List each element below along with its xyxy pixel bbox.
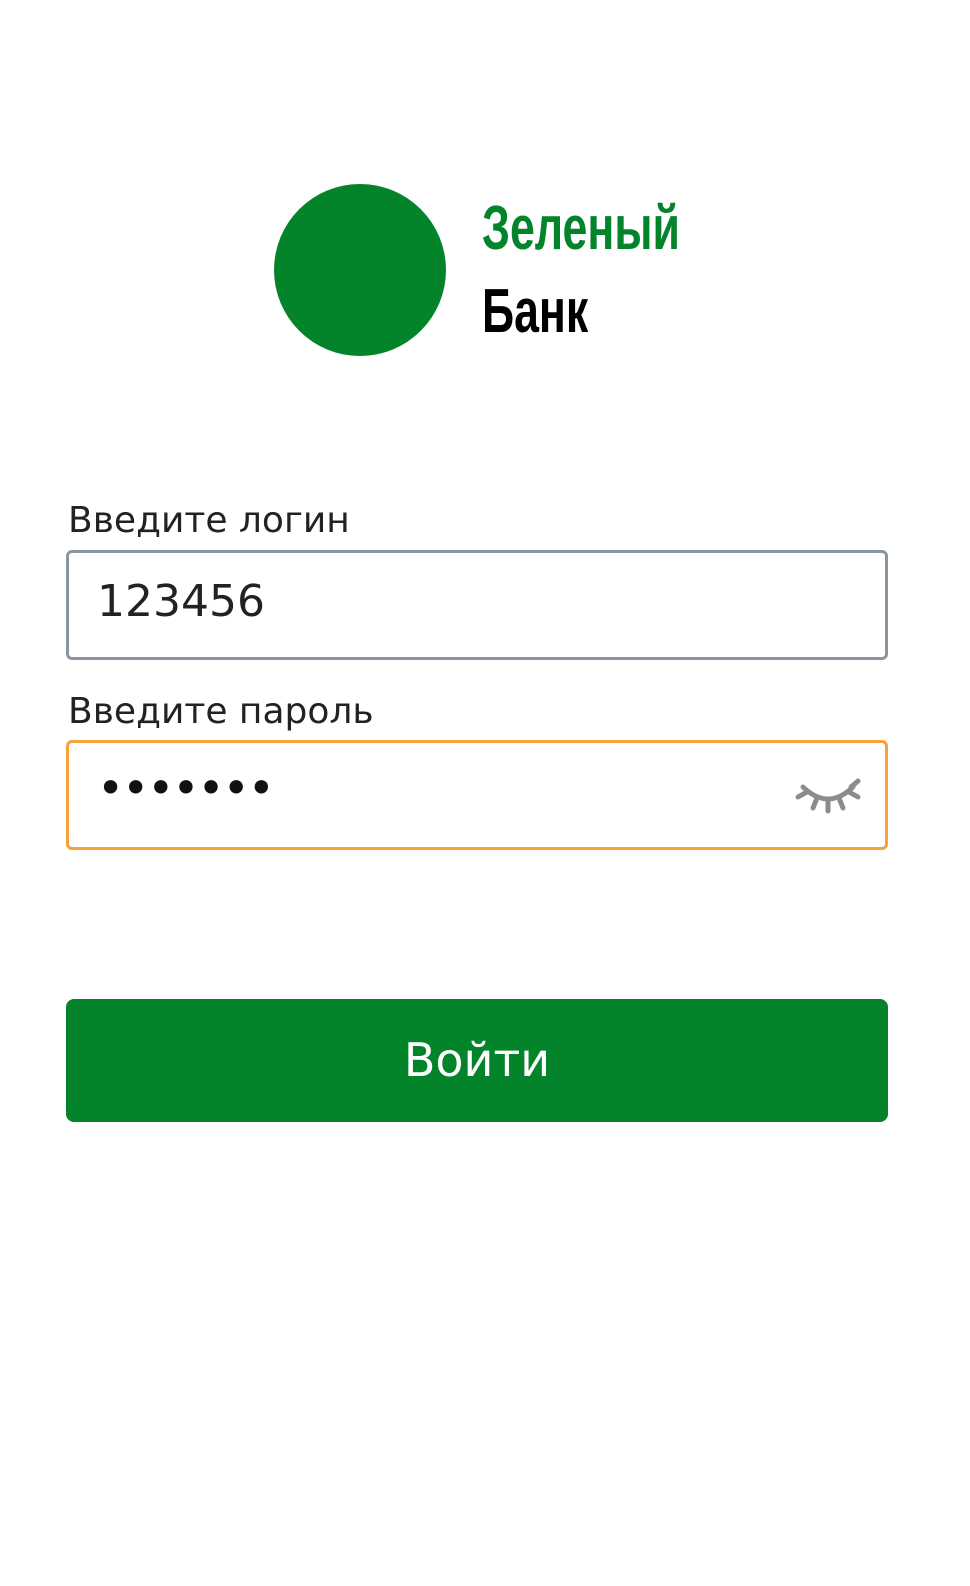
password-field[interactable]: ••••••• [66, 740, 888, 850]
login-value: 123456 [97, 576, 265, 627]
password-label: Введите пароль [68, 691, 374, 732]
login-button[interactable]: Войти [66, 999, 888, 1122]
password-value: ••••••• [97, 761, 275, 815]
brand-name-line2: Банк [482, 277, 589, 346]
logo-circle [274, 184, 446, 356]
brand-name-line1: Зеленый [482, 194, 680, 263]
login-field[interactable]: 123456 [66, 550, 888, 660]
login-label: Введите логин [68, 500, 350, 541]
eye-closed-icon[interactable] [795, 777, 861, 815]
